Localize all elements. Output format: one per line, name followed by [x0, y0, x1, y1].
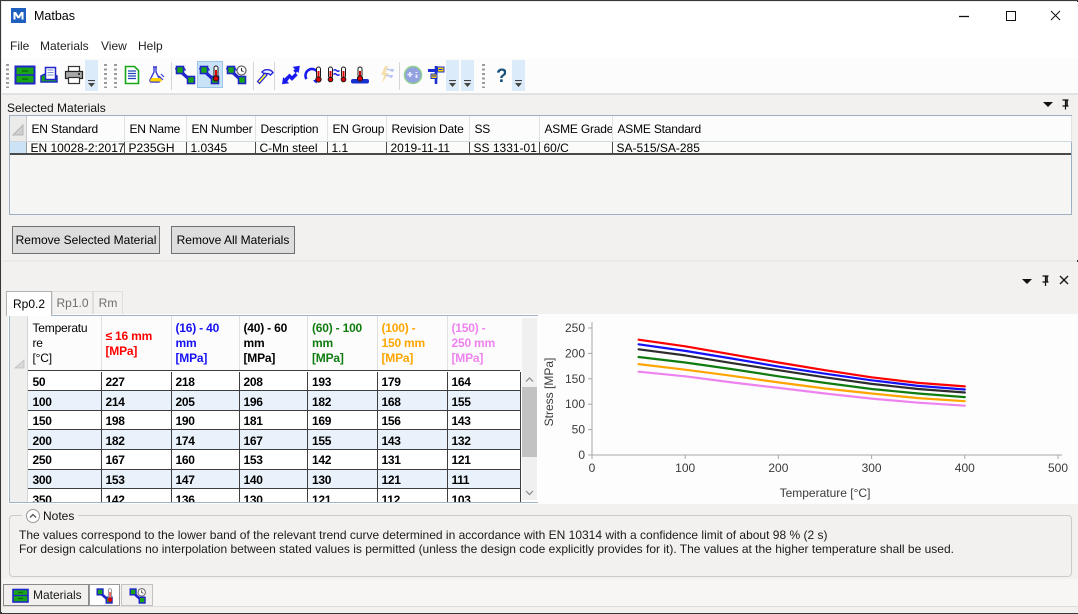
svg-text:200: 200: [768, 461, 788, 475]
svg-text:Temperature [°C]: Temperature [°C]: [780, 486, 871, 500]
svg-text:200: 200: [565, 346, 585, 360]
svg-text:300: 300: [862, 461, 882, 475]
svg-text:150: 150: [565, 372, 585, 386]
svg-text:250: 250: [565, 321, 585, 335]
svg-text:100: 100: [565, 397, 585, 411]
svg-text:400: 400: [955, 461, 975, 475]
svg-text:?: ?: [496, 66, 506, 86]
svg-text:100: 100: [675, 461, 695, 475]
svg-text:0: 0: [589, 461, 596, 475]
svg-text:500: 500: [1048, 461, 1068, 475]
svg-text:50: 50: [572, 423, 586, 437]
svg-text:Stress [MPa]: Stress [MPa]: [542, 358, 556, 427]
svg-text:0: 0: [578, 448, 585, 462]
